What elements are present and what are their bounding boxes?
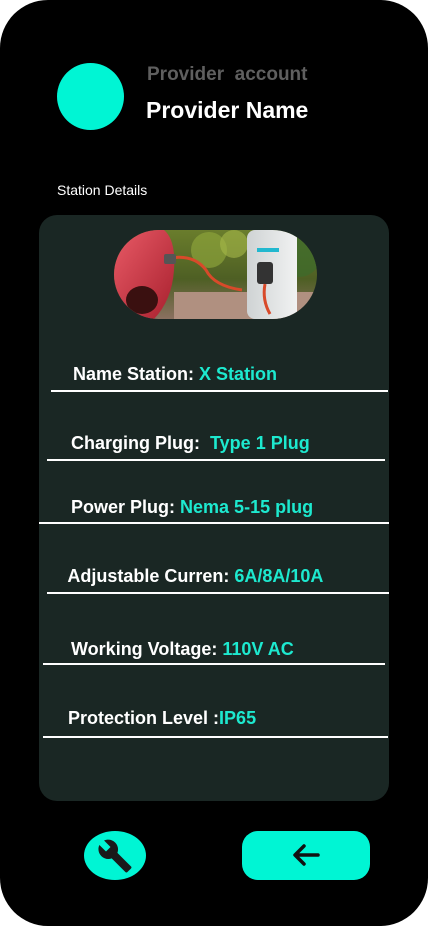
- detail-label: Name Station:: [73, 364, 200, 384]
- detail-label: Working Voltage:: [71, 639, 223, 659]
- detail-label: Adjustable Curren:: [67, 566, 235, 586]
- back-button[interactable]: [242, 831, 370, 880]
- detail-label: Power Plug:: [71, 497, 181, 517]
- divider: [43, 663, 385, 665]
- provider-name: Provider Name: [146, 97, 309, 123]
- detail-working-voltage: Working Voltage: 110V AC: [51, 618, 294, 681]
- divider: [47, 459, 385, 461]
- detail-label: Protection Level :: [68, 708, 220, 728]
- detail-name-station: Name Station: X Station: [53, 343, 277, 406]
- detail-label: Charging Plug:: [71, 433, 211, 453]
- detail-protection-level: Protection Level :IP65: [48, 687, 256, 750]
- account-label: Provider account: [147, 64, 308, 85]
- detail-adjustable-current: Adjustable Curren: 6A/8A/10A: [48, 545, 323, 608]
- detail-value: 6A/8A/10A: [234, 566, 324, 586]
- detail-value: X Station: [199, 364, 278, 384]
- avatar[interactable]: [57, 63, 124, 130]
- detail-value: IP65: [219, 708, 257, 728]
- divider: [47, 592, 389, 594]
- detail-value: 110V AC: [222, 639, 294, 659]
- settings-button[interactable]: [84, 831, 146, 880]
- detail-charging-plug: Charging Plug: Type 1 Plug: [51, 412, 310, 475]
- detail-value: Type 1 Plug: [210, 433, 310, 453]
- divider: [39, 522, 389, 524]
- detail-value: Nema 5-15 plug: [180, 497, 314, 517]
- charging-station-illustration: [114, 230, 317, 319]
- station-image: [114, 230, 317, 319]
- divider: [43, 736, 388, 738]
- divider: [51, 390, 388, 392]
- detail-power-plug: Power Plug: Nema 5-15 plug: [51, 476, 313, 539]
- phone-screen: Provider account Provider Name Station D…: [0, 0, 428, 926]
- arrow-left-icon: [293, 844, 320, 866]
- wrench-icon: [98, 839, 132, 873]
- section-title: Station Details: [57, 182, 148, 198]
